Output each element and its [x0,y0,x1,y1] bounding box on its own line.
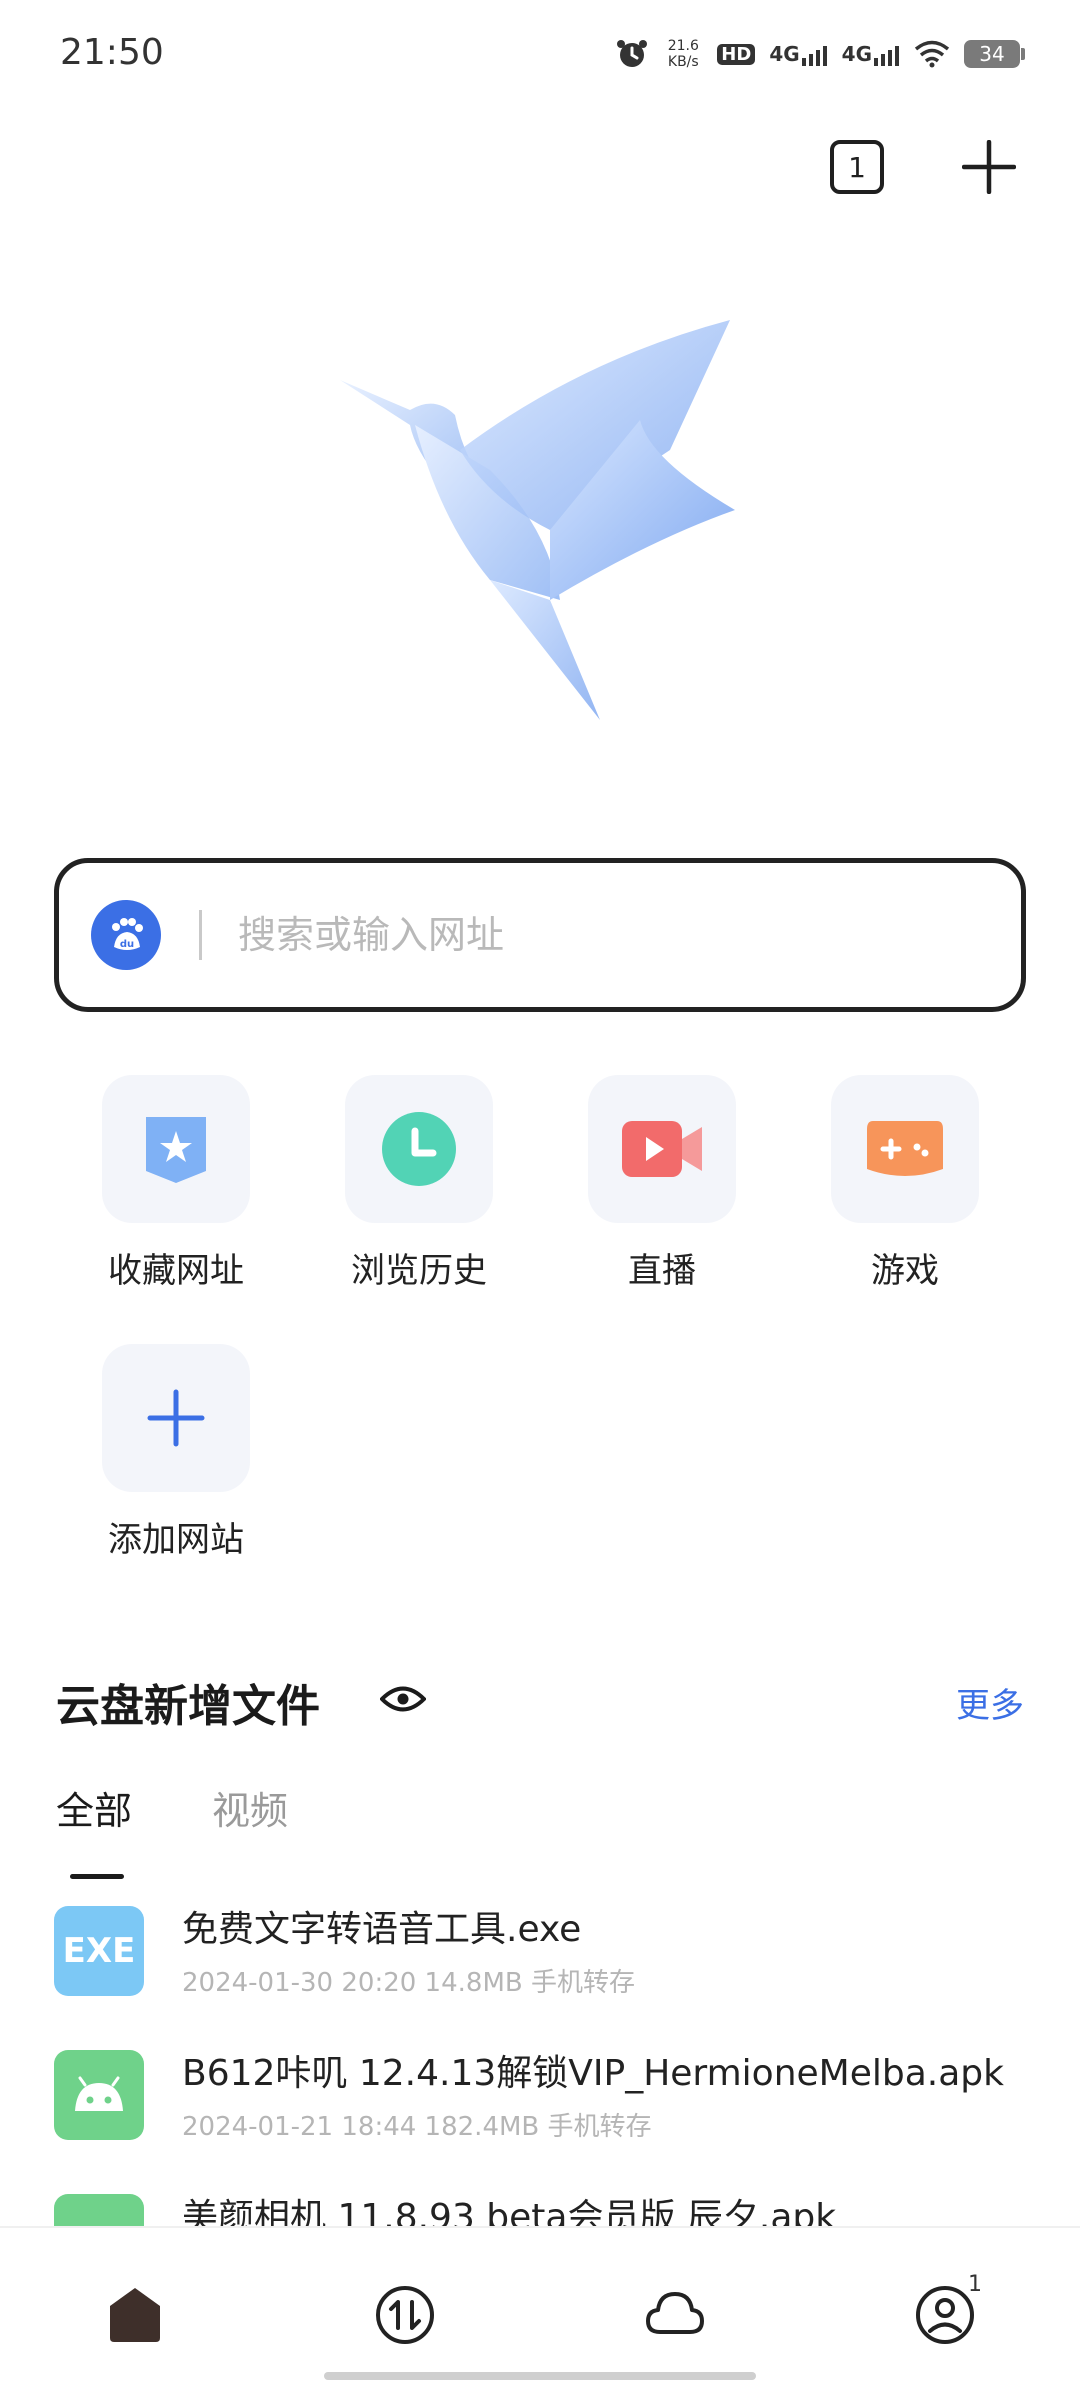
cloud-section-title: 云盘新增文件 [56,1681,320,1732]
profile-badge: 1 [968,2272,982,2297]
home-indicator[interactable] [324,2372,756,2380]
shortcut-history[interactable]: 浏览历史 [339,1075,499,1292]
shortcut-tile[interactable] [588,1075,736,1223]
status-time: 21:50 [60,32,164,73]
baidu-engine-icon[interactable]: du [91,900,161,970]
shortcut-live[interactable]: 直播 [582,1075,742,1292]
gamepad-icon [867,1121,943,1176]
bookmark-star-icon [146,1117,206,1183]
tab-all[interactable]: 全部 [56,1780,132,1879]
alarm-icon [617,40,648,67]
home-icon[interactable] [104,2284,166,2346]
file-name: B612咔叽 12.4.13解锁VIP_HermioneMelba.apk [182,2053,1004,2094]
signal-4g-icon: 4G [842,42,900,66]
status-icons: 21.6 KB/s HD 4G 4G 34 [615,34,1025,74]
shortcut-games[interactable]: 游戏 [825,1075,985,1292]
file-item[interactable]: B612咔叽 12.4.13解锁VIP_HermioneMelba.apk 20… [54,2044,1044,2154]
shortcut-tile[interactable] [345,1075,493,1223]
history-clock-icon [382,1112,456,1186]
shortcut-tile[interactable] [831,1075,979,1223]
bird-logo-icon [340,320,735,720]
android-icon [54,2050,144,2140]
more-link[interactable]: 更多 [956,1678,1024,1727]
file-meta: 2024-01-21 18:44 182.4MB 手机转存 [182,2112,652,2142]
file-item[interactable]: EXE 免费文字转语音工具.exe 2024-01-30 20:20 14.8M… [54,1900,1044,2010]
paw-icon: du [112,918,143,950]
shortcut-add-site[interactable]: 添加网站 [96,1344,256,1561]
transfer-icon[interactable] [374,2284,436,2346]
cloud-icon[interactable] [644,2284,706,2346]
network-speed: 21.6 KB/s [667,38,699,70]
bottom-nav [0,2226,1080,2400]
hd-icon: HD [717,43,756,65]
new-tab-plus-icon[interactable] [962,140,1016,194]
tab-video[interactable]: 视频 [212,1780,288,1835]
search-bar[interactable]: du [54,858,1026,1012]
file-meta: 2024-01-30 20:20 14.8MB 手机转存 [182,1968,635,1998]
wifi-icon [914,40,950,68]
search-input[interactable] [238,913,938,957]
shortcut-bookmarks[interactable]: 收藏网址 [96,1075,256,1292]
exe-file-icon: EXE [54,1906,144,1996]
tab-switcher-button[interactable]: 1 [830,140,884,194]
search-divider [199,910,202,960]
file-filter-tabs: 全部 视频 [56,1780,288,1879]
svg-text:du: du [120,939,134,950]
file-name: 免费文字转语音工具.exe [182,1909,582,1950]
shortcut-tile[interactable] [102,1344,250,1492]
status-bar: 21:50 21.6 KB/s HD 4G 4G 34 [0,0,1080,110]
eye-icon[interactable] [380,1684,426,1714]
profile-icon[interactable] [914,2284,976,2346]
battery-icon: 34 [964,40,1025,68]
shortcut-tile[interactable] [102,1075,250,1223]
live-video-icon [622,1121,702,1177]
add-icon [147,1389,205,1447]
signal-4g-icon: 4G [769,42,827,66]
